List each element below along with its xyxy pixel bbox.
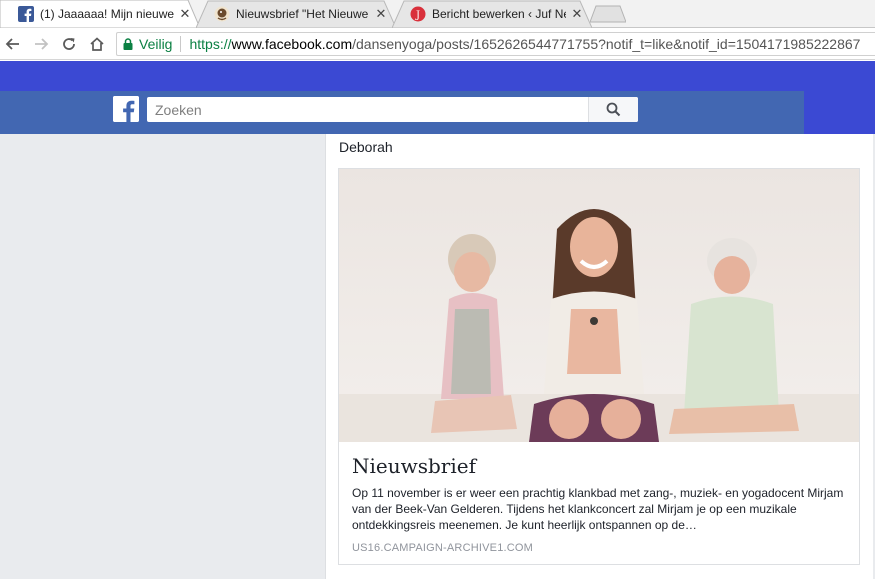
facebook-icon [18,6,34,22]
tab-title: Bericht bewerken ‹ Juf Ne [432,7,566,21]
url-scheme: https:// [189,36,232,52]
search-input[interactable] [147,98,587,121]
home-icon [90,37,104,51]
browser-tab-newsletter[interactable]: Nieuwsbrief "Het Nieuwe ✕ [196,0,396,28]
back-arrow-icon [5,38,19,50]
facebook-search [147,97,638,122]
tab-title: (1) Jaaaaaa! Mijn nieuwe [40,7,174,21]
reload-icon [63,38,75,50]
j-logo-icon: J [410,6,426,22]
new-tab-button[interactable] [589,5,627,23]
close-tab-icon[interactable]: ✕ [374,6,388,22]
search-icon [606,102,621,117]
close-tab-icon[interactable]: ✕ [178,6,192,22]
mailchimp-icon [214,6,230,22]
tab-title: Nieuwsbrief "Het Nieuwe [236,7,369,21]
svg-text:J: J [415,10,420,21]
link-preview-description: Op 11 november is er weer een prachtig k… [352,486,844,532]
browser-tab-edit-post[interactable]: J Bericht bewerken ‹ Juf Ne ✕ [392,0,592,28]
link-preview-domain: US16.CAMPAIGN-ARCHIVE1.COM [352,542,534,554]
page-right-band [804,91,875,134]
url-path: /dansenyoga/posts/1652626544771755?notif… [352,36,861,52]
post-author-name[interactable]: Deborah [339,139,393,155]
column-divider [325,134,326,579]
browser-tab-facebook[interactable]: (1) Jaaaaaa! Mijn nieuwe ✕ [0,0,200,28]
security-indicator[interactable]: Veilig [117,36,172,52]
link-preview-title[interactable]: Nieuwsbrief [352,454,476,478]
facebook-logo-icon[interactable] [113,96,139,122]
home-button[interactable] [87,34,107,54]
address-bar[interactable]: Veilig https://www.facebook.com/dansenyo… [116,32,875,56]
forward-button[interactable] [31,34,51,54]
link-preview-card[interactable]: Nieuwsbrief Op 11 november is er weer ee… [338,168,860,565]
lock-icon [123,38,133,50]
link-preview-image[interactable] [339,169,859,442]
reload-button[interactable] [59,34,79,54]
search-button[interactable] [588,97,638,122]
url-host: www.facebook.com [231,36,353,52]
security-label: Veilig [139,36,173,52]
page-top-band [0,61,875,91]
close-tab-icon[interactable]: ✕ [570,6,584,22]
browser-tab-strip: (1) Jaaaaaa! Mijn nieuwe ✕ Nieuwsbrief "… [0,0,875,28]
back-button[interactable] [3,34,23,54]
omnibox-divider [180,36,182,52]
forward-arrow-icon [35,38,49,50]
left-column [0,134,325,579]
browser-toolbar: Veilig https://www.facebook.com/dansenyo… [0,28,875,60]
